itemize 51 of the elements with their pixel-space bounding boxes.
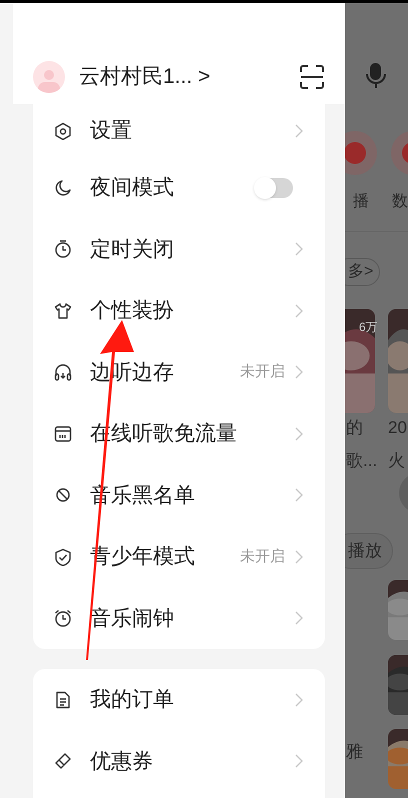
headphones-icon (54, 363, 72, 382)
status-text: 未开启 (240, 546, 285, 566)
menu-item[interactable]: 设置 (33, 104, 325, 157)
alarm-clock-icon (54, 609, 72, 628)
menu-label: 我的订单 (90, 687, 174, 713)
shortcut-label: 数 (392, 192, 408, 212)
menu-item[interactable]: 音乐闹钟 (33, 588, 325, 649)
shield-check-icon (54, 548, 72, 566)
menu-label: 设置 (90, 118, 132, 144)
prohibited-icon (54, 486, 72, 504)
microphone-icon (366, 61, 386, 89)
play-count: 6万 (359, 319, 378, 336)
toggle-switch[interactable] (255, 178, 293, 198)
chevron-right-icon (295, 611, 303, 626)
chevron-right-icon (295, 242, 303, 256)
moon-icon (54, 178, 72, 197)
playlist-title: 的 (346, 417, 363, 439)
sim-card-icon (54, 424, 72, 443)
live-shortcut-icon (345, 131, 377, 175)
song-title: 雅 (346, 741, 363, 763)
avatar[interactable] (33, 61, 65, 93)
playlist-title: 20 (388, 417, 407, 439)
menu-label: 音乐闹钟 (90, 606, 174, 632)
status-text: 未开启 (240, 362, 285, 382)
menu-label: 个性装扮 (90, 298, 174, 324)
ticket-icon (54, 752, 72, 770)
playlist-title: 歌... (346, 450, 378, 472)
menu-item[interactable]: 个性装扮 (33, 280, 325, 342)
menu-item[interactable]: 夜间模式 (33, 157, 325, 218)
chevron-right-icon (295, 692, 303, 707)
playlist-title: 火 (388, 450, 405, 472)
chevron-right-icon (295, 550, 303, 564)
shirt-icon (54, 302, 72, 320)
scan-icon[interactable] (299, 64, 325, 90)
chevron-right-icon (295, 304, 303, 318)
menu-item[interactable]: 我的订单 (33, 669, 325, 730)
chevron-right-icon (295, 365, 303, 380)
timer-icon (54, 240, 72, 258)
chevron-right-icon (295, 124, 303, 138)
menu-label: 定时关闭 (90, 236, 174, 262)
hexagon-icon (54, 122, 72, 140)
chevron-right-icon (295, 488, 303, 502)
chevron-right-icon (295, 426, 303, 441)
menu-label: 夜间模式 (90, 175, 174, 201)
shortcut-label: 播 (353, 192, 369, 212)
menu-label: 优惠券 (90, 748, 153, 774)
document-icon (54, 690, 72, 709)
menu-item[interactable]: 定时关闭 (33, 218, 325, 280)
menu-item[interactable]: 优惠券 (33, 730, 325, 792)
profile-name-link[interactable]: 云村村民1... > (79, 61, 210, 93)
chevron-right-icon (295, 754, 303, 768)
